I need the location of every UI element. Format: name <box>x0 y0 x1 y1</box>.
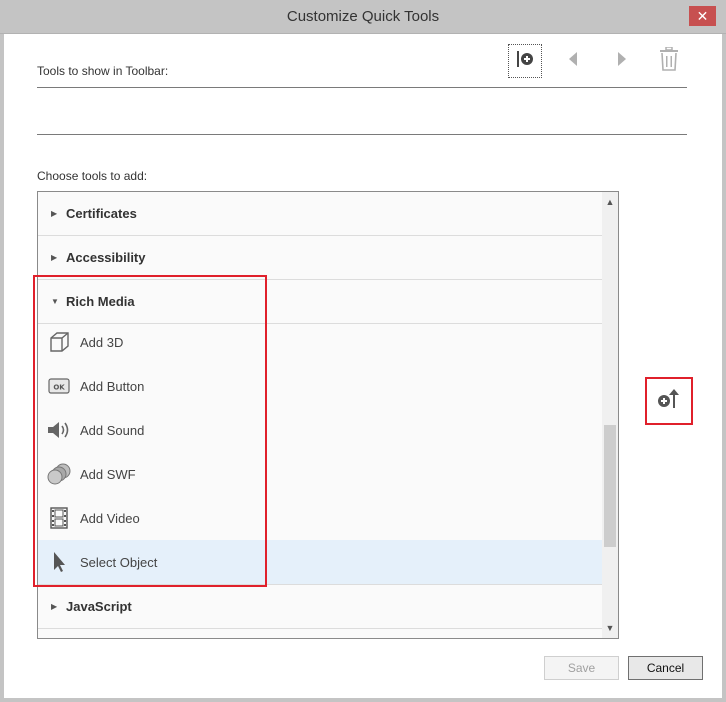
list-scrollbar[interactable]: ▲ ▼ <box>602 192 618 638</box>
tool-item-add-button[interactable]: OK Add Button <box>38 364 602 408</box>
close-button[interactable]: ✕ <box>689 6 716 26</box>
scroll-thumb[interactable] <box>604 425 616 547</box>
expand-arrow-icon: ▶ <box>51 253 58 262</box>
collapse-arrow-icon: ▼ <box>51 297 59 306</box>
choose-tools-label: Choose tools to add: <box>37 169 148 183</box>
tool-item-label: Add Button <box>80 378 145 394</box>
tool-item-label: Add SWF <box>80 466 136 482</box>
category-label: JavaScript <box>66 599 132 614</box>
tool-item-label: Add Sound <box>80 422 145 438</box>
window-frame-right <box>722 34 726 702</box>
category-label: Rich Media <box>66 294 135 309</box>
category-javascript[interactable]: ▶ JavaScript <box>38 584 602 629</box>
expand-arrow-icon: ▶ <box>51 602 58 611</box>
tools-to-show-label: Tools to show in Toolbar: <box>37 64 169 78</box>
tool-item-add-3d[interactable]: Add 3D <box>38 320 602 364</box>
scroll-down-arrow-icon[interactable]: ▼ <box>602 620 618 636</box>
category-label: Certificates <box>66 206 137 221</box>
tool-item-add-video[interactable]: Add Video <box>38 496 602 540</box>
add-divider-icon <box>515 49 535 74</box>
cursor-arrow-icon <box>47 550 71 574</box>
window-title: Customize Quick Tools <box>286 8 440 25</box>
toolbar-tools-box[interactable] <box>37 87 687 135</box>
scroll-up-arrow-icon[interactable]: ▲ <box>602 194 618 210</box>
delete-button[interactable] <box>654 45 684 76</box>
triangle-left-icon <box>567 51 579 72</box>
speaker-icon <box>47 418 71 442</box>
category-label: Accessibility <box>66 250 146 265</box>
ok-button-icon: OK <box>47 374 71 398</box>
add-divider-button[interactable] <box>508 44 542 78</box>
tool-item-select-object[interactable]: Select Object <box>38 540 602 584</box>
triangle-right-icon <box>616 51 628 72</box>
film-strip-icon <box>47 506 71 530</box>
window-frame-left <box>0 34 4 702</box>
cube-icon <box>47 330 71 354</box>
move-right-button[interactable] <box>607 46 637 76</box>
svg-text:OK: OK <box>53 384 65 392</box>
category-accessibility[interactable]: ▶ Accessibility <box>38 236 602 280</box>
title-bar: Customize Quick Tools ✕ <box>0 0 726 34</box>
swf-discs-icon <box>47 462 71 486</box>
cancel-button[interactable]: Cancel <box>628 656 703 680</box>
tool-item-add-sound[interactable]: Add Sound <box>38 408 602 452</box>
add-up-arrow-icon <box>656 388 682 415</box>
tools-list[interactable]: ▶ Certificates ▶ Accessibility ▼ Rich Me… <box>37 191 619 639</box>
save-button[interactable]: Save <box>544 656 619 680</box>
expand-arrow-icon: ▶ <box>51 209 58 218</box>
category-rich-media[interactable]: ▼ Rich Media <box>38 280 602 324</box>
tool-item-label: Add Video <box>80 510 140 526</box>
category-certificates[interactable]: ▶ Certificates <box>38 192 602 236</box>
add-to-toolbar-button[interactable] <box>645 377 693 425</box>
tool-item-label: Add 3D <box>80 334 124 350</box>
window-frame-bottom <box>0 698 726 702</box>
move-left-button[interactable] <box>558 46 588 76</box>
tool-item-add-swf[interactable]: Add SWF <box>38 452 602 496</box>
tool-item-label: Select Object <box>80 554 158 570</box>
trash-icon <box>658 45 680 76</box>
